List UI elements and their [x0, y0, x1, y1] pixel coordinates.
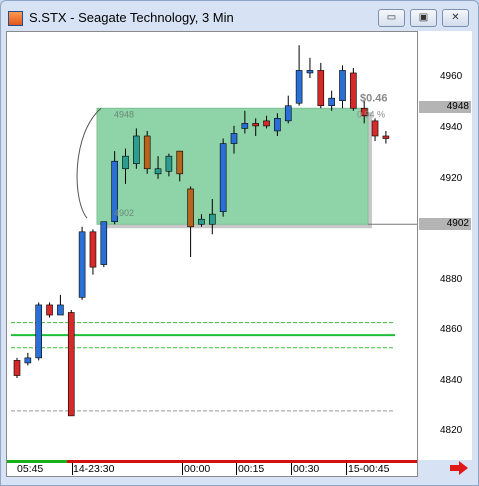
x-separator: [346, 463, 347, 475]
candle-body: [122, 155, 129, 170]
candle-body: [133, 135, 140, 165]
y-tick: 4860: [440, 324, 463, 335]
candle-body: [13, 360, 21, 376]
candle-body: [198, 218, 205, 225]
y-tick: 4880: [440, 274, 463, 285]
candle-body: [89, 231, 97, 268]
x-tick: 05:45: [17, 463, 44, 475]
candle-body: [263, 120, 270, 127]
range-bottom-label: 4902: [114, 208, 134, 218]
candle-body: [350, 72, 357, 109]
restore-button[interactable]: ▣: [410, 9, 437, 27]
price-chart[interactable]: 4948 4902 $0.46 0.94 %: [6, 31, 418, 462]
candle-body: [295, 70, 303, 104]
candle-body: [78, 231, 86, 298]
candle-body: [165, 155, 173, 172]
price-tag-low: 4902: [419, 218, 471, 230]
candle-body: [284, 105, 292, 122]
candle-body: [209, 213, 216, 225]
title-bar[interactable]: S.STX - Seagate Technology, 3 Min ▭ ▣ ✕: [1, 1, 478, 31]
price-axis[interactable]: 4960 4948 4940 4920 4902 4880 4860 4840 …: [418, 31, 472, 460]
candle-body: [241, 123, 249, 129]
scroll-right-icon[interactable]: [450, 461, 468, 475]
x-tick: 00:15: [238, 463, 265, 475]
candle-body: [24, 357, 32, 364]
app-icon: [8, 11, 23, 26]
candle-body: [339, 70, 346, 101]
candle-body: [176, 150, 184, 175]
y-tick: 4820: [440, 425, 463, 436]
candle-body: [154, 168, 162, 175]
range-box: [96, 107, 369, 225]
close-button[interactable]: ✕: [442, 9, 469, 27]
time-axis[interactable]: 05:45 14-23:30 00:00 00:15 00:30 15-00:4…: [6, 460, 418, 477]
candlestick-chart: 4948 4902 $0.46 0.94 %: [11, 45, 417, 417]
y-tick: 4940: [440, 122, 463, 133]
candle-body: [219, 143, 227, 212]
y-tick: 4960: [440, 71, 463, 82]
candle-body: [230, 133, 238, 144]
range-percent-label: 0.94 %: [357, 109, 385, 119]
x-tick: 00:30: [293, 463, 320, 475]
candle-body: [100, 221, 108, 265]
price-tag-high: 4948: [419, 101, 471, 113]
x-tick: 15-00:45: [348, 463, 390, 475]
candle-body: [371, 120, 379, 137]
candle-body: [46, 304, 53, 316]
x-tick: 00:00: [184, 463, 211, 475]
x-separator: [291, 463, 292, 475]
range-change-label: $0.46: [360, 92, 388, 104]
candle-body: [274, 118, 281, 132]
y-tick: 4840: [440, 375, 463, 386]
x-separator: [236, 463, 237, 475]
y-tick: 4920: [440, 173, 463, 184]
candle-body: [252, 123, 259, 127]
candle-body: [382, 135, 390, 139]
range-top-label: 4948: [114, 109, 134, 119]
candle-body: [57, 304, 64, 316]
candle-body: [35, 304, 43, 359]
minimize-button[interactable]: ▭: [378, 9, 405, 27]
candle-body: [328, 97, 335, 107]
x-separator: [182, 463, 183, 475]
x-tick: 14-23:30: [73, 463, 115, 475]
window-title: S.STX - Seagate Technology, 3 Min: [29, 10, 234, 25]
candle-body: [317, 70, 325, 107]
candle-body: [143, 135, 151, 170]
candle-body: [187, 188, 194, 228]
candle-body: [306, 70, 314, 74]
candle-body: [67, 312, 75, 417]
